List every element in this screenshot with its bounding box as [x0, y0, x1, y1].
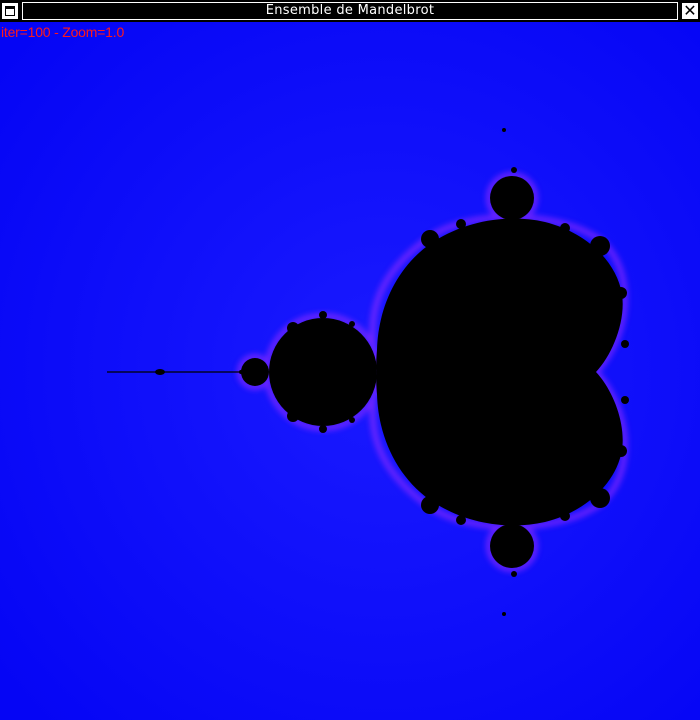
- status-overlay: iter=100 - Zoom=1.0: [1, 24, 125, 40]
- window-menu-icon: [5, 6, 15, 16]
- close-button[interactable]: ✕: [681, 2, 699, 20]
- close-icon: ✕: [683, 1, 697, 20]
- bottom-bulb: [490, 524, 534, 568]
- fractal-canvas[interactable]: iter=100 - Zoom=1.0: [0, 22, 700, 720]
- mandelbrot-render: [0, 22, 700, 720]
- top-bulb: [490, 176, 534, 220]
- period-4-bulb: [241, 358, 269, 386]
- title-bar[interactable]: Ensemble de Mandelbrot ✕: [0, 0, 700, 22]
- window-title: Ensemble de Mandelbrot: [22, 2, 678, 20]
- period-2-bulb: [269, 318, 377, 426]
- mandelbrot-window: Ensemble de Mandelbrot ✕ iter=100 - Zoom…: [0, 0, 700, 720]
- main-cardioid: [376, 218, 623, 526]
- window-menu-button[interactable]: [1, 2, 19, 20]
